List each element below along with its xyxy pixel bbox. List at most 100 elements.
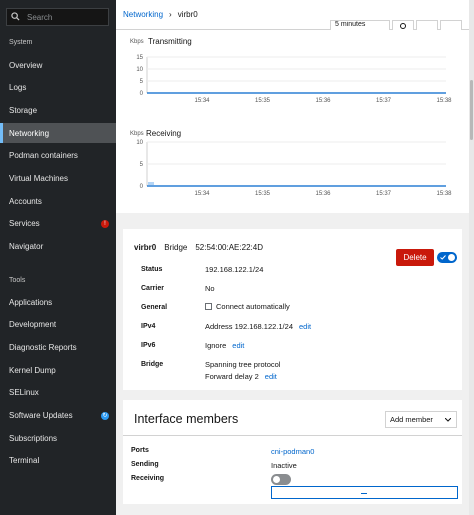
- interface-name: virbr0: [134, 243, 157, 252]
- bridge-edit-link[interactable]: edit: [265, 372, 277, 381]
- sparkline-mark: [361, 493, 367, 494]
- delete-button[interactable]: Delete: [396, 249, 434, 266]
- sidebar-item-label: Terminal: [9, 456, 40, 466]
- status-label: Status: [141, 266, 163, 273]
- general-label: General: [141, 304, 168, 311]
- sidebar-item-software-updates[interactable]: Software Updates ↻: [0, 406, 116, 426]
- scrollbar[interactable]: [469, 0, 474, 515]
- breadcrumb-current: virbr0: [177, 10, 198, 19]
- status-value: 192.168.122.1/24: [205, 265, 264, 274]
- traffic-charts-card: Kbps Transmitting 15 10 5 0 15:34 15:35 15:36 1…: [116, 30, 469, 213]
- scrollbar-thumb[interactable]: [470, 80, 473, 140]
- interface-mac: 52:54:00:AE:22:4D: [195, 243, 263, 252]
- add-member-label: Add member: [390, 415, 433, 424]
- ipv4-value: Address 192.168.122.1/24: [205, 322, 293, 331]
- receiving-chart: 10 5 0 15:34 15:35 15:36 15:37 15:38: [136, 140, 452, 197]
- ports-label: Ports: [131, 447, 149, 454]
- interface-members-title: Interface members: [134, 412, 239, 426]
- sidebar-item-podman-containers[interactable]: Podman containers: [0, 146, 116, 166]
- sidebar-item-networking[interactable]: Networking: [0, 123, 116, 144]
- search-input[interactable]: Search: [6, 8, 109, 26]
- sidebar-item-kernel-dump[interactable]: Kernel Dump: [0, 360, 116, 380]
- receiving-label: Receiving: [131, 475, 165, 482]
- receiving-x-tick-label: 15:38: [436, 191, 452, 197]
- sidebar-item-label: Podman containers: [9, 151, 78, 161]
- divider: [123, 435, 462, 436]
- sidebar-item-label: Overview: [9, 60, 43, 70]
- bridge-label: Bridge: [141, 361, 164, 368]
- sidebar-item-logs[interactable]: Logs: [0, 78, 116, 98]
- receiving-start-marker: [148, 182, 154, 185]
- sidebar-item-terminal[interactable]: Terminal: [0, 451, 116, 471]
- interface-type: Bridge: [164, 243, 188, 252]
- receiving-x-tick-label: 15:36: [315, 191, 331, 197]
- sidebar-item-label: Logs: [9, 83, 27, 93]
- sidebar-item-selinux[interactable]: SELinux: [0, 383, 116, 403]
- sidebar-item-services[interactable]: Services!: [0, 214, 116, 234]
- sending-value: Inactive: [271, 461, 297, 470]
- bridge-value-1: Spanning tree protocol: [205, 360, 281, 369]
- sidebar-item-label: Applications: [9, 297, 53, 307]
- port-link[interactable]: cni-podman0: [271, 447, 314, 456]
- toggle-knob: [448, 254, 455, 261]
- ipv6-edit-link[interactable]: edit: [232, 341, 244, 350]
- sidebar-item-storage[interactable]: Storage: [0, 100, 116, 120]
- receiving-x-tick-label: 15:34: [194, 191, 210, 197]
- search-icon: [11, 11, 25, 23]
- sidebar-item-label: Software Updates: [9, 411, 73, 420]
- carrier-value: No: [205, 284, 215, 293]
- receiving-x-tick-label: 15:37: [376, 191, 392, 197]
- sidebar-item-accounts[interactable]: Accounts: [0, 191, 116, 211]
- notification-badge-icon: ↻: [101, 411, 109, 420]
- top-bar: Networking › virbr0 5 minutes: [116, 0, 469, 33]
- sidebar-item-development[interactable]: Development: [0, 315, 116, 335]
- sidebar-item-label: Storage: [9, 105, 38, 115]
- sidebar-item-label: Kernel Dump: [9, 365, 56, 375]
- ipv4-value-row: Address 192.168.122.1/24 edit: [205, 322, 311, 331]
- bridge-value-row: Forward delay 2 edit: [205, 372, 277, 381]
- member-toggle[interactable]: [271, 474, 291, 485]
- sidebar-item-label: SELinux: [9, 388, 39, 398]
- general-value: Connect automatically: [205, 302, 290, 311]
- system-heading: System: [9, 39, 33, 46]
- sidebar-item-subscriptions[interactable]: Subscriptions: [0, 428, 116, 448]
- sidebar-item-label: Diagnostic Reports: [9, 342, 77, 352]
- connect-automatically-label: Connect automatically: [216, 302, 290, 311]
- sidebar: Search System Overview Logs Storage Network…: [0, 0, 116, 515]
- sidebar-item-label: Virtual Machines: [9, 174, 68, 183]
- ipv4-edit-link[interactable]: edit: [299, 322, 311, 331]
- chevron-down-icon: [445, 417, 451, 422]
- interface-enable-toggle[interactable]: [437, 252, 457, 263]
- sending-label: Sending: [131, 461, 159, 468]
- search-placeholder: Search: [27, 12, 53, 22]
- ipv4-label: IPv4: [141, 323, 156, 330]
- receiving-y-tick-label: 0: [140, 184, 144, 190]
- sidebar-item-label: Accounts: [9, 196, 42, 206]
- connect-automatically-checkbox[interactable]: [205, 303, 212, 310]
- sidebar-item-applications[interactable]: Applications: [0, 292, 116, 312]
- sidebar-item-label: Subscriptions: [9, 433, 58, 443]
- sidebar-item-label: Navigator: [9, 242, 44, 252]
- sidebar-item-virtual-machines[interactable]: Virtual Machines: [0, 169, 116, 189]
- receiving-y-tick-label: 5: [140, 162, 144, 168]
- breadcrumb-networking-link[interactable]: Networking: [123, 10, 163, 19]
- sidebar-item-label: Networking: [9, 128, 50, 138]
- sidebar-item-label: Development: [9, 320, 57, 330]
- carrier-label: Carrier: [141, 285, 164, 292]
- check-icon: [440, 255, 446, 260]
- ipv6-value: Ignore: [205, 341, 227, 350]
- toggle-knob: [273, 476, 280, 483]
- sidebar-item-navigator[interactable]: Navigator: [0, 237, 116, 257]
- notification-badge-icon: !: [101, 219, 109, 228]
- interface-details-card: virbr0 Bridge 52:54:00:AE:22:4D Delete S…: [123, 229, 462, 390]
- sidebar-item-overview[interactable]: Overview: [0, 55, 116, 75]
- ipv6-value-row: Ignore edit: [205, 341, 244, 350]
- breadcrumb: Networking › virbr0: [123, 10, 198, 19]
- sidebar-item-diagnostic-reports[interactable]: Diagnostic Reports: [0, 337, 116, 357]
- receiving-x-tick-label: 15:35: [255, 191, 271, 197]
- receiving-y-tick-label: 10: [136, 140, 143, 146]
- member-sparkline-box: [271, 486, 458, 499]
- main-content: Networking › virbr0 5 minutes Kbps Trans…: [116, 0, 469, 515]
- bridge-value-2: Forward delay 2: [205, 372, 259, 381]
- add-member-select[interactable]: Add member: [385, 411, 457, 428]
